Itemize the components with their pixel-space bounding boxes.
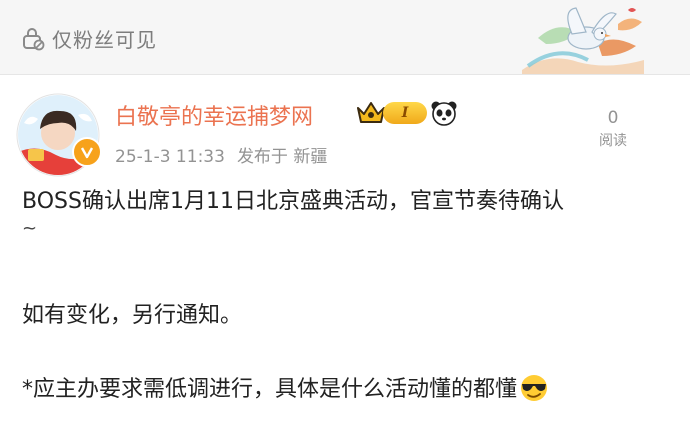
author-avatar[interactable] [16, 93, 102, 177]
post-text-paragraph3: *应主办要求需低调进行，具体是什么活动懂的都懂 [22, 374, 662, 406]
lock-icon [23, 28, 45, 51]
post-location: 发布于 新疆 [236, 147, 328, 167]
read-count: 0 阅读 [590, 108, 636, 150]
dove-decoration-icon [522, 7, 644, 74]
top-bar: 仅粉丝可见 [0, 0, 690, 75]
read-count-label: 阅读 [599, 133, 627, 149]
read-count-number: 0 [607, 108, 619, 128]
sunglasses-emoji-icon [521, 375, 548, 401]
post-text-line1-cont: ~ [22, 218, 38, 239]
post-content: BOSS确认出席1月11日北京盛典活动，官宣节奏待确认 ~ 如有变化，另行通知。… [22, 186, 662, 406]
post-text-paragraph3-text: *应主办要求需低调进行，具体是什么活动懂的都懂 [22, 377, 518, 402]
post-timestamp[interactable]: 25-1-3 11:33 [115, 147, 225, 167]
post-text-paragraph2: 如有变化，另行通知。 [22, 303, 243, 328]
post-meta: 25-1-3 11:33 发布于 新疆 [115, 142, 327, 167]
verified-badge-icon [72, 137, 102, 167]
level-badge[interactable]: I [383, 102, 427, 124]
level-label: I [401, 105, 409, 121]
author-name[interactable]: 白敬亭的幸运捕梦网 [115, 99, 313, 131]
privacy-indicator: 仅粉丝可见 [20, 24, 157, 52]
privacy-label: 仅粉丝可见 [52, 27, 157, 52]
post-text-line1: BOSS确认出席1月11日北京盛典活动，官宣节奏待确认 [22, 189, 564, 214]
panda-icon[interactable] [430, 99, 458, 127]
